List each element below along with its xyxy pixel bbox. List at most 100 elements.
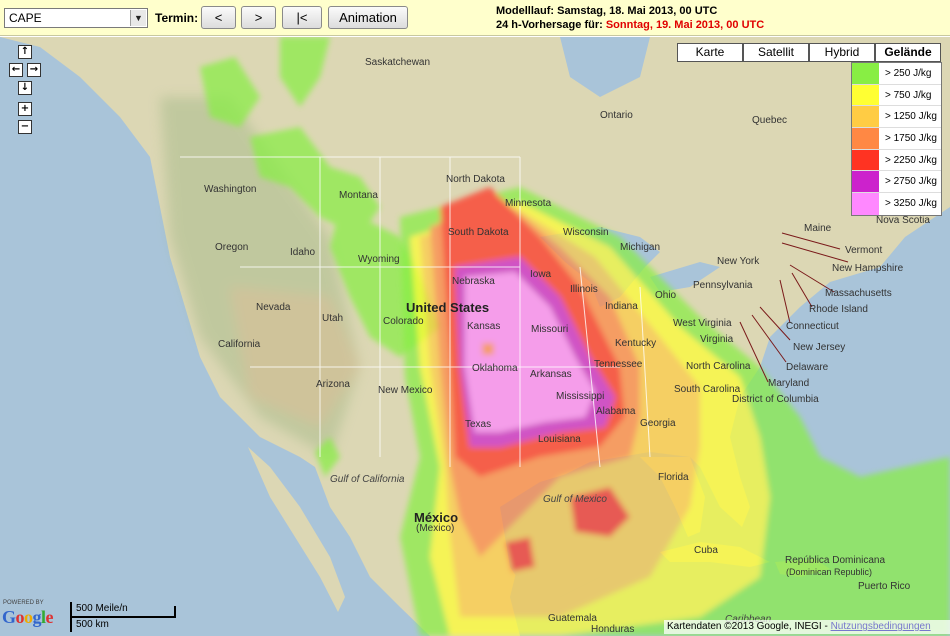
previous-button[interactable]: < (201, 6, 236, 29)
maptype-hybrid-button[interactable]: Hybrid (809, 43, 875, 62)
svg-text:Utah: Utah (322, 313, 343, 324)
label-south-dakota: South Dakota (448, 227, 509, 238)
maptype-karte-button[interactable]: Karte (677, 43, 743, 62)
label-tennessee: Tennessee (594, 359, 643, 370)
svg-text:Kansas: Kansas (467, 321, 500, 332)
map-attribution: Kartendaten ©2013 Google, INEGI - Nutzun… (664, 620, 950, 634)
svg-text:West Virginia: West Virginia (673, 318, 732, 329)
maptype-satellit-button[interactable]: Satellit (743, 43, 809, 62)
animation-button[interactable]: Animation (328, 6, 408, 29)
parameter-select[interactable]: CAPE ▼ (4, 8, 148, 28)
svg-text:North Carolina: North Carolina (686, 361, 751, 372)
label-montana: Montana (339, 190, 378, 201)
maptype-gelaende-button[interactable]: Gelände (875, 43, 941, 62)
svg-text:Virginia: Virginia (700, 334, 734, 345)
label-mississippi: Mississippi (556, 391, 604, 402)
svg-text:California: California (218, 339, 261, 350)
next-button[interactable]: > (241, 6, 276, 29)
label-north-dakota: North Dakota (446, 174, 505, 185)
svg-text:Iowa: Iowa (530, 269, 552, 280)
svg-text:Puerto Rico: Puerto Rico (858, 581, 911, 592)
legend-swatch (852, 84, 879, 106)
pan-down-button[interactable]: ↓ (18, 81, 32, 95)
first-button[interactable]: |< (282, 6, 322, 29)
svg-text:Alabama: Alabama (596, 406, 636, 417)
label-louisiana: Louisiana (538, 434, 581, 445)
svg-text:Nebraska: Nebraska (452, 276, 495, 287)
svg-text:Washington: Washington (204, 184, 256, 195)
label-nova-scotia: Nova Scotia (876, 215, 930, 226)
svg-text:Quebec: Quebec (752, 115, 787, 126)
svg-text:Maryland: Maryland (768, 378, 809, 389)
label-oklahoma: Oklahoma (472, 363, 518, 374)
powered-by-text: POWERED BY (3, 600, 44, 606)
legend-label: > 1750 J/kg (885, 132, 937, 144)
svg-text:Texas: Texas (465, 419, 491, 430)
legend-row: > 1750 J/kg (852, 128, 941, 150)
label-honduras: Honduras (591, 624, 634, 635)
label-saskatchewan: Saskatchewan (365, 57, 430, 68)
model-run-text: Modelllauf: Samstag, 18. Mai 2013, 00 UT… (496, 5, 718, 17)
svg-text:(Dominican Republic): (Dominican Republic) (786, 567, 872, 577)
label-new-jersey: New Jersey (793, 342, 845, 353)
label-arizona: Arizona (316, 379, 350, 390)
label-delaware: Delaware (786, 362, 829, 373)
label-virginia: Virginia (700, 334, 734, 345)
map-canvas[interactable]: Saskatchewan Ontario Quebec Washington M… (0, 37, 950, 636)
svg-text:Gulf of Mexico: Gulf of Mexico (543, 494, 607, 505)
zoom-in-button[interactable]: + (18, 102, 32, 116)
svg-text:Maine: Maine (804, 223, 832, 234)
legend-label: > 3250 J/kg (885, 198, 937, 210)
label-new-mexico: New Mexico (378, 385, 433, 396)
label-dominican-sub: (Dominican Republic) (786, 567, 872, 577)
svg-text:Illinois: Illinois (570, 284, 598, 295)
svg-text:New Hampshire: New Hampshire (832, 263, 904, 274)
svg-text:Kentucky: Kentucky (615, 338, 656, 349)
label-kentucky: Kentucky (615, 338, 656, 349)
svg-text:(Mexico): (Mexico) (416, 523, 454, 534)
label-pennsylvania: Pennsylvania (693, 280, 753, 291)
svg-text:Nova Scotia: Nova Scotia (876, 215, 930, 226)
svg-text:Florida: Florida (658, 472, 689, 483)
svg-text:Georgia: Georgia (640, 418, 676, 429)
legend-label: > 250 J/kg (885, 67, 932, 79)
label-ontario: Ontario (600, 110, 633, 121)
svg-text:Connecticut: Connecticut (786, 321, 839, 332)
chevron-down-icon[interactable]: ▼ (130, 10, 146, 26)
svg-text:Delaware: Delaware (786, 362, 829, 373)
svg-text:Oregon: Oregon (215, 242, 248, 253)
svg-text:Minnesota: Minnesota (505, 198, 552, 209)
svg-text:Nevada: Nevada (256, 302, 291, 313)
svg-text:Mississippi: Mississippi (556, 391, 604, 402)
label-mexico-sub: (Mexico) (416, 523, 454, 534)
legend-swatch (852, 106, 879, 128)
termin-label: Termin: (155, 11, 199, 25)
zoom-out-button[interactable]: − (18, 120, 32, 134)
svg-text:District of Columbia: District of Columbia (732, 394, 819, 405)
svg-text:Gulf of California: Gulf of California (330, 474, 405, 485)
pan-up-button[interactable]: ↑ (18, 45, 32, 59)
label-arkansas: Arkansas (530, 369, 572, 380)
svg-text:New Jersey: New Jersey (793, 342, 845, 353)
svg-text:Saskatchewan: Saskatchewan (365, 57, 430, 68)
legend-swatch (852, 193, 879, 215)
label-utah: Utah (322, 313, 343, 324)
label-texas: Texas (465, 419, 491, 430)
svg-text:Arkansas: Arkansas (530, 369, 572, 380)
svg-text:Ontario: Ontario (600, 110, 633, 121)
svg-text:Idaho: Idaho (290, 247, 315, 258)
pan-right-button[interactable]: → (27, 63, 41, 77)
svg-text:Pennsylvania: Pennsylvania (693, 280, 753, 291)
svg-text:South Dakota: South Dakota (448, 227, 509, 238)
svg-text:Missouri: Missouri (531, 324, 568, 335)
svg-text:Rhode Island: Rhode Island (809, 304, 868, 315)
map-view[interactable]: Saskatchewan Ontario Quebec Washington M… (0, 37, 950, 636)
svg-text:South Carolina: South Carolina (674, 384, 741, 395)
google-logo[interactable]: Google (2, 607, 54, 628)
label-oregon: Oregon (215, 242, 248, 253)
label-colorado: Colorado (383, 316, 424, 327)
label-washington: Washington (204, 184, 256, 195)
svg-text:Arizona: Arizona (316, 379, 350, 390)
pan-left-button[interactable]: ← (9, 63, 23, 77)
terms-link[interactable]: Nutzungsbedingungen (831, 621, 931, 632)
